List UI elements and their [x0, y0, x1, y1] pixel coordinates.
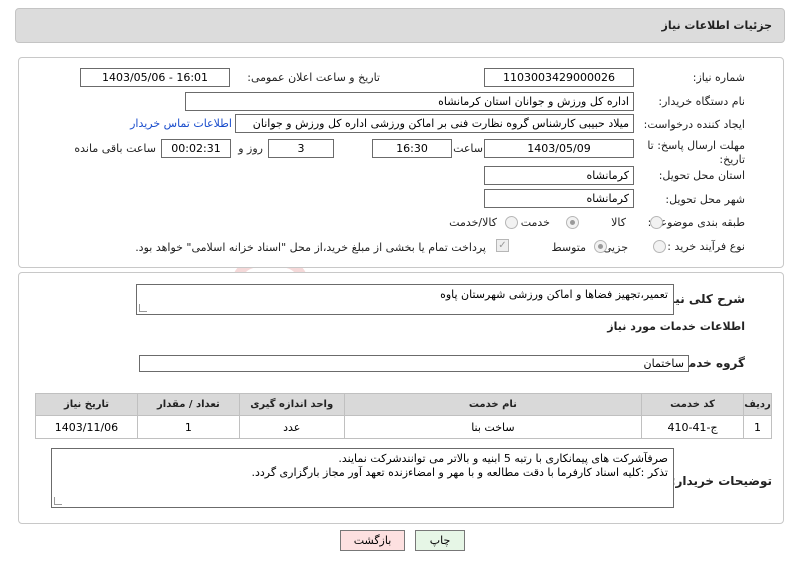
deadline-label: مهلت ارسال پاسخ: تا تاریخ: [647, 139, 745, 166]
buyer-notes-textarea: صرفآشرکت های پیمانکاری با رتبه 5 ابنیه و… [51, 448, 674, 508]
buyer-notes-line-2: تذکر :کلیه اسناد کارفرما با دقت مطالعه و… [251, 466, 668, 479]
back-button[interactable]: بازگشت [340, 530, 405, 551]
need-number-label: شماره نیاز: [692, 71, 745, 84]
cell-quantity: 1 [136, 415, 240, 439]
col-unit: واحد اندازه گیری [238, 393, 345, 416]
table-row: 1 ج-41-410 ساخت بنا عدد 1 1403/11/06 [35, 415, 772, 439]
process-label: نوع فرآیند خرید : [667, 240, 745, 253]
summary-textarea: تعمیر،تجهیز فضاها و اماکن ورزشی شهرستان … [136, 284, 674, 315]
cell-service-name: ساخت بنا [343, 415, 643, 439]
process-option-medium: متوسط [551, 241, 586, 254]
treasury-payment-text: پرداخت تمام یا بخشی از مبلغ خرید،از محل … [135, 241, 486, 254]
deadline-time-label: ساعت [453, 142, 483, 155]
treasury-checkbox[interactable]: ✓ [496, 239, 509, 252]
days-field: 3 [268, 139, 334, 158]
col-quantity: تعداد / مقدار [136, 393, 240, 416]
cell-need-date: 1403/11/06 [35, 415, 138, 439]
process-radio-minor[interactable] [653, 240, 666, 253]
buyer-label: نام دستگاه خریدار: [658, 95, 745, 108]
cell-row: 1 [743, 415, 772, 439]
category-radio-goods-service[interactable] [505, 216, 518, 229]
title-bar: جزئیات اطلاعات نیاز [15, 8, 785, 43]
col-need-date: تاریخ نیاز [35, 393, 138, 416]
deadline-time-field: 16:30 [372, 139, 452, 158]
city-field: کرمانشاه [484, 189, 634, 208]
category-option-service: خدمت [520, 216, 550, 229]
cell-service-code: ج-41-410 [641, 415, 745, 439]
col-row: ردیف [743, 393, 772, 416]
contact-info-link[interactable]: اطلاعات تماس خریدار [130, 117, 232, 130]
days-label: روز و [238, 142, 263, 155]
province-label: استان محل تحویل: [658, 169, 745, 182]
table-header-row: ردیف کد خدمت نام خدمت واحد اندازه گیری ت… [35, 393, 772, 416]
col-service-name: نام خدمت [343, 393, 643, 416]
category-radio-service[interactable] [566, 216, 579, 229]
services-section-title: اطلاعات خدمات مورد نیاز [607, 320, 745, 333]
city-label: شهر محل تحویل: [665, 193, 745, 206]
service-group-field: ساختمان [139, 355, 689, 372]
buyer-field: اداره کل ورزش و جوانان استان کرمانشاه [185, 92, 634, 111]
province-field: کرمانشاه [484, 166, 634, 185]
announce-label: تاریخ و ساعت اعلان عمومی: [247, 71, 380, 84]
page-title: جزئیات اطلاعات نیاز [661, 19, 773, 32]
need-number-field: 1103003429000026 [484, 68, 634, 87]
buyer-notes-line-1: صرفآشرکت های پیمانکاری با رتبه 5 ابنیه و… [338, 452, 668, 465]
resize-handle-icon [54, 497, 62, 505]
col-service-code: کد خدمت [641, 393, 745, 416]
summary-text: تعمیر،تجهیز فضاها و اماکن ورزشی شهرستان … [440, 288, 668, 301]
buyer-notes-label: توضیحات خریدار: [670, 474, 772, 488]
announce-field: 1403/05/06 - 16:01 [80, 68, 230, 87]
deadline-date-field: 1403/05/09 [484, 139, 634, 158]
category-option-goods: کالا [611, 216, 626, 229]
remaining-time-field: 00:02:31 [161, 139, 231, 158]
creator-field: میلاد حبیبی کارشناس گروه نظارت فنی بر ام… [235, 114, 634, 133]
remaining-label: ساعت باقی مانده [74, 142, 156, 155]
category-radio-goods[interactable] [650, 216, 663, 229]
category-option-goods-service: کالا/خدمت [449, 216, 497, 229]
cell-unit: عدد [238, 415, 345, 439]
services-table: ردیف کد خدمت نام خدمت واحد اندازه گیری ت… [35, 393, 772, 439]
resize-handle-icon [139, 304, 147, 312]
print-button[interactable]: چاپ [415, 530, 465, 551]
creator-label: ایجاد کننده درخواست: [643, 118, 745, 131]
process-radio-medium[interactable] [594, 240, 607, 253]
